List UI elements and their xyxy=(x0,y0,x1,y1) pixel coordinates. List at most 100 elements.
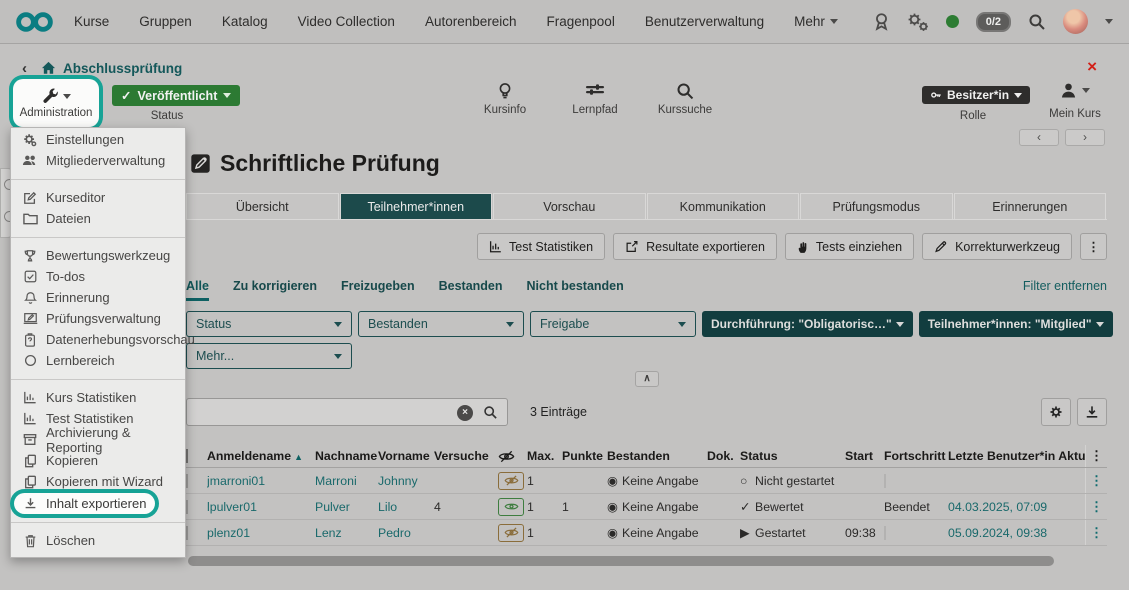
durchfuehrung-filter-dropdown[interactable]: Durchführung: "Obligatorisc…" xyxy=(702,311,913,337)
administration-button[interactable]: Administration xyxy=(13,79,99,127)
nav-item-kurse[interactable]: Kurse xyxy=(74,14,109,29)
firstname-link[interactable]: Pedro xyxy=(378,526,434,540)
nav-item-katalog[interactable]: Katalog xyxy=(222,14,268,29)
bestanden-filter-dropdown[interactable]: Bestanden xyxy=(358,311,524,337)
filter-tab-zu-korrigieren[interactable]: Zu korrigieren xyxy=(233,279,317,301)
nav-item-autorenbereich[interactable]: Autorenbereich xyxy=(425,14,517,29)
col-max[interactable]: Max. xyxy=(527,449,562,463)
test-statistiken-button[interactable]: Test Statistiken xyxy=(477,233,605,260)
lernpfad-button[interactable]: Lernpfad xyxy=(562,82,628,116)
settings-gears-icon[interactable] xyxy=(907,12,929,32)
lastname-link[interactable]: Marroni xyxy=(315,474,378,488)
menu-item-kopieren-mit-wizard[interactable]: Kopieren mit Wizard xyxy=(11,471,185,492)
col-versuche[interactable]: Versuche xyxy=(434,449,498,463)
col-visibility[interactable] xyxy=(498,450,527,463)
menu-item-datenerhebungsvorschau[interactable]: Datenerhebungsvorschau xyxy=(11,329,185,350)
col-bestanden[interactable]: Bestanden xyxy=(607,449,707,463)
row-actions-button[interactable]: ⋮ xyxy=(1085,468,1107,493)
nav-item-fragenpool[interactable]: Fragenpool xyxy=(547,14,615,29)
menu-item-kurs-statistiken[interactable]: Kurs Statistiken xyxy=(11,387,185,408)
table-settings-button[interactable] xyxy=(1041,398,1071,426)
close-icon[interactable]: × xyxy=(1087,57,1097,77)
filter-tab-nicht-bestanden[interactable]: Nicht bestanden xyxy=(527,279,624,301)
pager-next-button[interactable]: › xyxy=(1065,129,1105,146)
menu-item-mitgliederverwaltung[interactable]: Mitgliederverwaltung xyxy=(11,150,185,171)
lastname-link[interactable]: Pulver xyxy=(315,500,378,514)
eye-slash-button[interactable] xyxy=(498,524,524,542)
menu-item-pruefungsverwaltung[interactable]: Prüfungsverwaltung xyxy=(11,308,185,329)
col-anmeldename[interactable]: Anmeldename▲ xyxy=(207,449,315,463)
firstname-link[interactable]: Johnny xyxy=(378,474,434,488)
row-actions-button[interactable]: ⋮ xyxy=(1085,520,1107,545)
tab-kommunikation[interactable]: Kommunikation xyxy=(647,193,800,219)
menu-item-todos[interactable]: To-dos xyxy=(11,266,185,287)
lastname-link[interactable]: Lenz xyxy=(315,526,378,540)
login-link[interactable]: lpulver01 xyxy=(207,500,315,514)
tests-einziehen-button[interactable]: Tests einziehen xyxy=(785,233,914,260)
back-chevron-icon[interactable]: ‹ xyxy=(22,60,27,77)
login-link[interactable]: plenz01 xyxy=(207,526,315,540)
kurssuche-button[interactable]: Kurssuche xyxy=(652,82,718,116)
user-avatar[interactable] xyxy=(1063,9,1088,34)
presence-status-icon[interactable] xyxy=(946,15,959,28)
row-checkbox[interactable] xyxy=(186,526,188,540)
tab-vorschau[interactable]: Vorschau xyxy=(493,193,646,219)
nav-item-video-collection[interactable]: Video Collection xyxy=(298,14,395,29)
tab-pruefungsmodus[interactable]: Prüfungsmodus xyxy=(800,193,953,219)
search-icon[interactable] xyxy=(1028,13,1046,31)
col-nachname[interactable]: Nachname xyxy=(315,449,378,463)
menu-item-dateien[interactable]: Dateien xyxy=(11,208,185,229)
tab-teilnehmerinnen[interactable]: Teilnehmer*innen xyxy=(340,193,493,219)
more-actions-button[interactable]: ⋮ xyxy=(1080,233,1107,260)
menu-item-lernbereich[interactable]: Lernbereich xyxy=(11,350,185,371)
korrekturwerkzeug-button[interactable]: Korrekturwerkzeug xyxy=(922,233,1072,260)
status-filter-dropdown[interactable]: Status xyxy=(186,311,352,337)
col-letzte-aktualisierung[interactable]: Letzte Benutzer*in Aktua xyxy=(948,449,1085,463)
col-punkte[interactable]: Punkte xyxy=(562,449,607,463)
my-course-button[interactable]: Mein Kurs xyxy=(1040,82,1110,120)
publish-status-button[interactable]: ✓ Veröffentlicht xyxy=(112,85,240,106)
menu-item-erinnerung[interactable]: Erinnerung xyxy=(11,287,185,308)
search-icon[interactable] xyxy=(483,405,498,420)
filter-tab-freizugeben[interactable]: Freizugeben xyxy=(341,279,415,301)
login-link[interactable]: jmarroni01 xyxy=(207,474,315,488)
table-download-button[interactable] xyxy=(1077,398,1107,426)
menu-item-bewertungswerkzeug[interactable]: Bewertungswerkzeug xyxy=(11,245,185,266)
nav-item-gruppen[interactable]: Gruppen xyxy=(139,14,192,29)
kursinfo-button[interactable]: Kursinfo xyxy=(472,82,538,116)
col-status[interactable]: Status xyxy=(740,449,845,463)
menu-item-kurseditor[interactable]: Kurseditor xyxy=(11,187,185,208)
column-settings-button[interactable]: ⋮ xyxy=(1085,445,1107,467)
badges-icon[interactable] xyxy=(873,12,890,31)
avatar-chevron-down-icon[interactable] xyxy=(1105,19,1113,24)
row-checkbox[interactable] xyxy=(186,500,188,514)
eye-button[interactable] xyxy=(498,498,524,516)
firstname-link[interactable]: Lilo xyxy=(378,500,434,514)
menu-item-archivierung-reporting[interactable]: Archivierung & Reporting xyxy=(11,429,185,450)
col-fortschritt[interactable]: Fortschritt xyxy=(884,449,948,463)
mehr-filter-dropdown[interactable]: Mehr... xyxy=(186,343,352,369)
menu-item-loeschen[interactable]: Löschen xyxy=(11,530,185,551)
notification-badge[interactable]: 0/2 xyxy=(976,12,1011,32)
resultate-exportieren-button[interactable]: Resultate exportieren xyxy=(613,233,777,260)
menu-item-einstellungen[interactable]: Einstellungen xyxy=(11,129,185,150)
collapse-filters-button[interactable]: ∧ xyxy=(635,371,659,387)
col-vorname[interactable]: Vorname xyxy=(378,449,434,463)
row-checkbox[interactable] xyxy=(186,474,188,488)
tab-uebersicht[interactable]: Übersicht xyxy=(186,193,339,219)
nav-item-mehr[interactable]: Mehr xyxy=(794,14,838,29)
menu-item-inhalt-exportieren[interactable]: Inhalt exportieren xyxy=(14,493,155,514)
col-start[interactable]: Start xyxy=(845,449,884,463)
tab-erinnerungen[interactable]: Erinnerungen xyxy=(954,193,1107,219)
horizontal-scrollbar[interactable] xyxy=(188,556,1054,566)
nav-item-benutzerverwaltung[interactable]: Benutzerverwaltung xyxy=(645,14,764,29)
filter-tab-alle[interactable]: Alle xyxy=(186,279,209,301)
select-all-checkbox[interactable] xyxy=(186,449,188,463)
breadcrumb-course-title[interactable]: Abschlussprüfung xyxy=(63,61,182,76)
row-actions-button[interactable]: ⋮ xyxy=(1085,494,1107,519)
teilnehmer-filter-dropdown[interactable]: Teilnehmer*innen: "Mitglied" xyxy=(919,311,1113,337)
role-button[interactable]: Besitzer*in xyxy=(922,86,1030,104)
col-dok[interactable]: Dok. xyxy=(707,449,740,463)
filter-tab-bestanden[interactable]: Bestanden xyxy=(439,279,503,301)
freigabe-filter-dropdown[interactable]: Freigabe xyxy=(530,311,696,337)
